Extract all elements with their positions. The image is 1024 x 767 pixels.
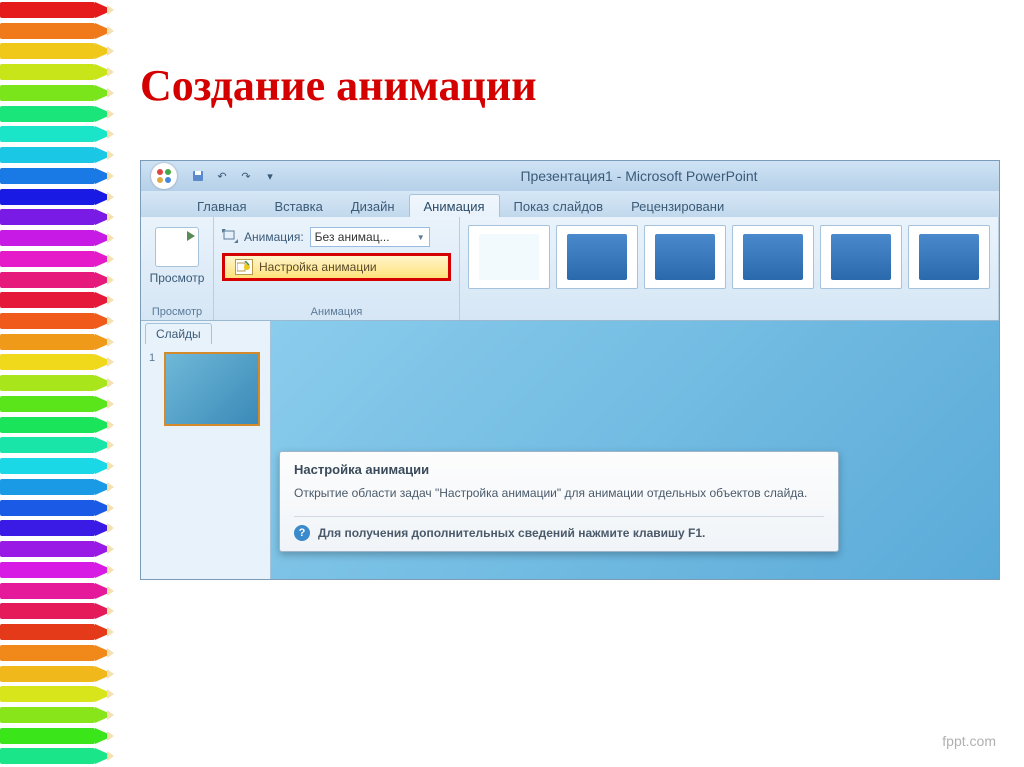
tooltip-footer-text: Для получения дополнительных сведений на… <box>318 526 705 540</box>
ribbon-tab[interactable]: Вставка <box>260 195 336 217</box>
transition-thumb[interactable] <box>644 225 726 289</box>
ribbon-tab[interactable]: Анимация <box>409 194 500 217</box>
qat-dropdown[interactable]: ▾ <box>261 167 279 185</box>
pencil <box>0 456 115 476</box>
pencil <box>0 435 115 455</box>
footer-brand: fppt.com <box>942 733 996 749</box>
pencil <box>0 332 115 352</box>
pencil <box>0 539 115 559</box>
pencil <box>0 207 115 227</box>
transition-thumb[interactable] <box>820 225 902 289</box>
slide-thumbnail[interactable] <box>164 352 260 426</box>
transition-thumb[interactable] <box>732 225 814 289</box>
pencil <box>0 166 115 186</box>
chevron-down-icon: ▼ <box>417 233 425 242</box>
pencil <box>0 145 115 165</box>
ribbon-tab[interactable]: Дизайн <box>337 195 409 217</box>
animation-value: Без анимац... <box>315 230 390 244</box>
pencil <box>0 622 115 642</box>
pencil <box>0 581 115 601</box>
pencil <box>0 83 115 103</box>
pencil <box>0 518 115 538</box>
pencil <box>0 705 115 725</box>
pencil <box>0 601 115 621</box>
transitions-group <box>460 217 999 320</box>
window-title: Презентация1 - Microsoft PowerPoint <box>279 168 999 184</box>
title-bar: ↶ ↷ ▾ Презентация1 - Microsoft PowerPoin… <box>141 161 999 191</box>
pencil <box>0 41 115 61</box>
resize-icon <box>222 229 238 246</box>
transition-gallery[interactable] <box>468 225 990 289</box>
animation-group: Анимация: Без анимац... ▼ Настройка аним… <box>214 217 460 320</box>
tooltip-title: Настройка анимации <box>294 462 824 477</box>
ribbon-body: Просмотр Просмотр Анимация: Без анимац..… <box>141 217 999 321</box>
pencil <box>0 62 115 82</box>
pencil <box>0 394 115 414</box>
transition-none[interactable] <box>468 225 550 289</box>
ribbon-tab[interactable]: Рецензировани <box>617 195 738 217</box>
pencil <box>0 746 115 766</box>
custom-animation-icon <box>235 259 253 275</box>
quick-access-toolbar: ↶ ↷ ▾ <box>189 167 279 185</box>
pencil <box>0 187 115 207</box>
pencil <box>0 124 115 144</box>
slides-tab[interactable]: Слайды <box>145 323 212 344</box>
slides-pane: Слайды 1 <box>141 321 271 579</box>
pencil <box>0 249 115 269</box>
pencil <box>0 726 115 746</box>
preview-icon <box>155 227 199 267</box>
office-logo-icon <box>151 163 177 189</box>
pencil <box>0 560 115 580</box>
pencil <box>0 228 115 248</box>
save-button[interactable] <box>189 167 207 185</box>
pencil <box>0 664 115 684</box>
preview-group-label: Просмотр <box>149 304 205 320</box>
custom-animation-button[interactable]: Настройка анимации <box>222 253 451 281</box>
pencil <box>0 0 115 20</box>
pencil-border <box>0 0 120 767</box>
office-button[interactable] <box>145 161 183 191</box>
pencil <box>0 311 115 331</box>
tooltip: Настройка анимации Открытие области зада… <box>279 451 839 552</box>
pencil <box>0 290 115 310</box>
slide-thumbnails: 1 <box>141 344 270 439</box>
tooltip-body: Открытие области задач "Настройка анимац… <box>294 485 824 502</box>
preview-label: Просмотр <box>149 271 205 285</box>
pencil <box>0 352 115 372</box>
pencil <box>0 270 115 290</box>
pencil <box>0 643 115 663</box>
pencil <box>0 477 115 497</box>
ribbon-tabs: ГлавнаяВставкаДизайнАнимацияПоказ слайдо… <box>141 191 999 217</box>
slide-title: Создание анимации <box>140 60 537 111</box>
preview-group: Просмотр Просмотр <box>141 217 214 320</box>
pencil <box>0 104 115 124</box>
preview-button[interactable]: Просмотр <box>149 221 205 285</box>
transition-thumb[interactable] <box>556 225 638 289</box>
undo-button[interactable]: ↶ <box>213 167 231 185</box>
ribbon-tab[interactable]: Главная <box>183 195 260 217</box>
animation-dropdown[interactable]: Без анимац... ▼ <box>310 227 430 247</box>
pencil <box>0 684 115 704</box>
animation-dropdown-row: Анимация: Без анимац... ▼ <box>222 227 451 247</box>
pencil <box>0 21 115 41</box>
animation-label: Анимация: <box>244 230 304 244</box>
redo-button[interactable]: ↷ <box>237 167 255 185</box>
ribbon-tab[interactable]: Показ слайдов <box>500 195 618 217</box>
tooltip-footer: ? Для получения дополнительных сведений … <box>294 516 824 541</box>
pencil <box>0 373 115 393</box>
help-icon: ? <box>294 525 310 541</box>
transition-thumb[interactable] <box>908 225 990 289</box>
pencil <box>0 498 115 518</box>
animation-group-label: Анимация <box>222 304 451 320</box>
custom-animation-label: Настройка анимации <box>259 260 377 274</box>
slide-number: 1 <box>149 352 155 364</box>
powerpoint-window: ↶ ↷ ▾ Презентация1 - Microsoft PowerPoin… <box>140 160 1000 580</box>
pencil <box>0 415 115 435</box>
